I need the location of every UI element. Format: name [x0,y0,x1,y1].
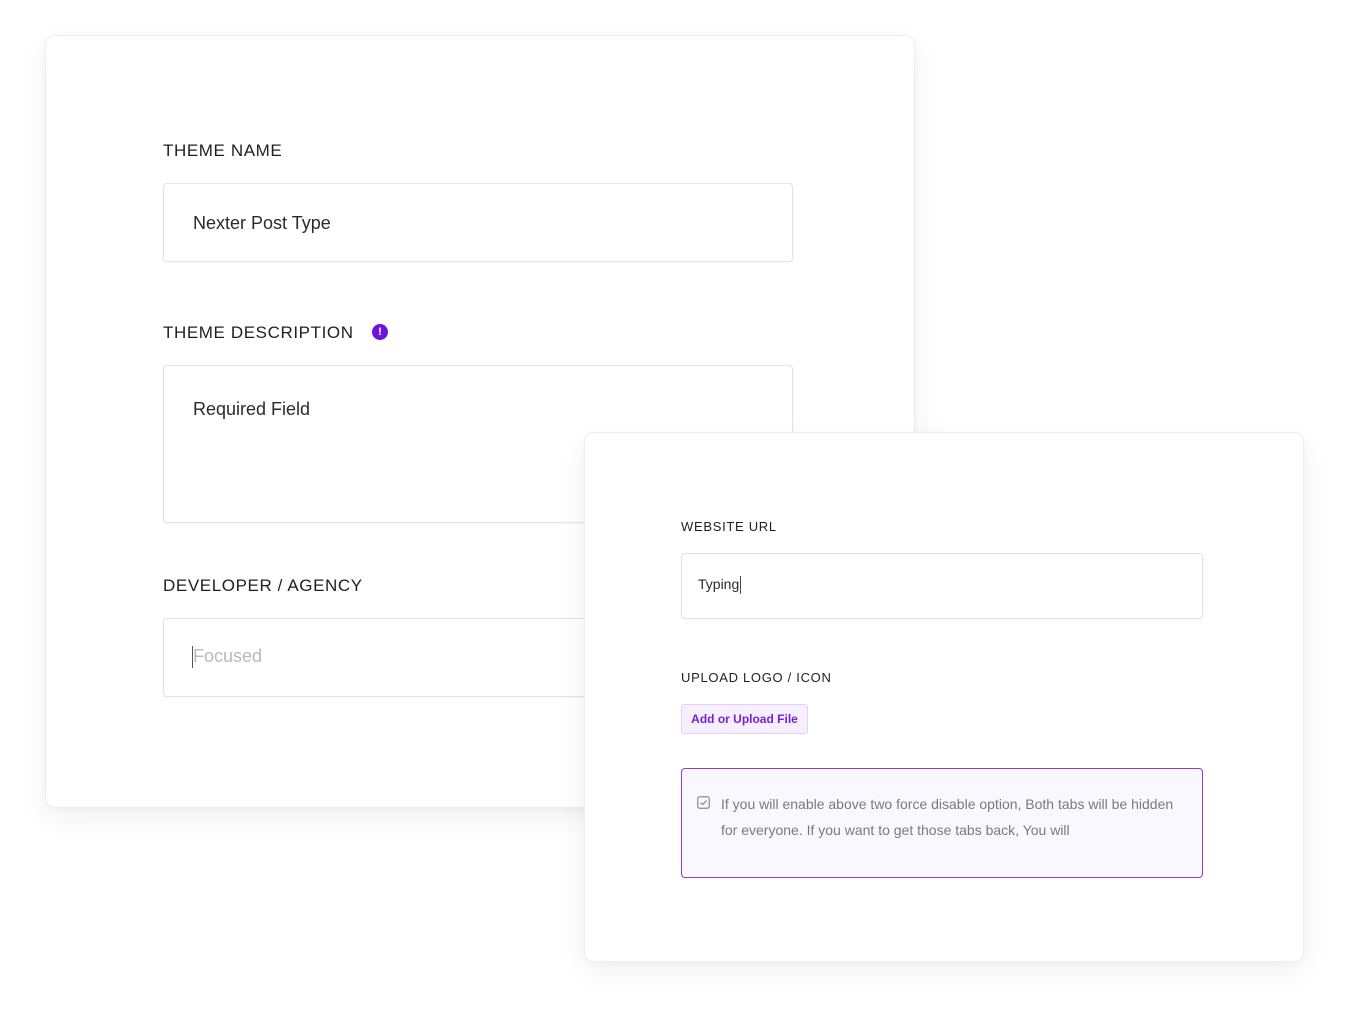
text-cursor [740,576,742,595]
theme-name-input[interactable]: Nexter Post Type [163,183,793,262]
upload-logo-label: UPLOAD LOGO / ICON [681,670,832,685]
website-url-input[interactable]: Typing [681,553,1203,619]
theme-name-label: THEME NAME [163,141,283,160]
add-or-upload-file-button[interactable]: Add or Upload File [681,704,808,734]
developer-agency-label: DEVELOPER / AGENCY [163,576,363,595]
notice-box: If you will enable above two force disab… [681,768,1203,878]
checkbox-icon [697,796,710,809]
theme-description-label: THEME DESCRIPTION [163,323,354,342]
developer-agency-placeholder: Focused [193,646,263,666]
website-url-value: Typing [698,576,740,592]
website-details-card: WEBSITE URL Typing UPLOAD LOGO / ICON Ad… [584,432,1304,962]
website-url-label: WEBSITE URL [681,519,777,534]
theme-description-value: Required Field [193,399,311,419]
notice-text: If you will enable above two force disab… [721,796,1174,838]
theme-name-value: Nexter Post Type [193,213,331,233]
exclamation-icon[interactable]: ! [372,324,388,340]
